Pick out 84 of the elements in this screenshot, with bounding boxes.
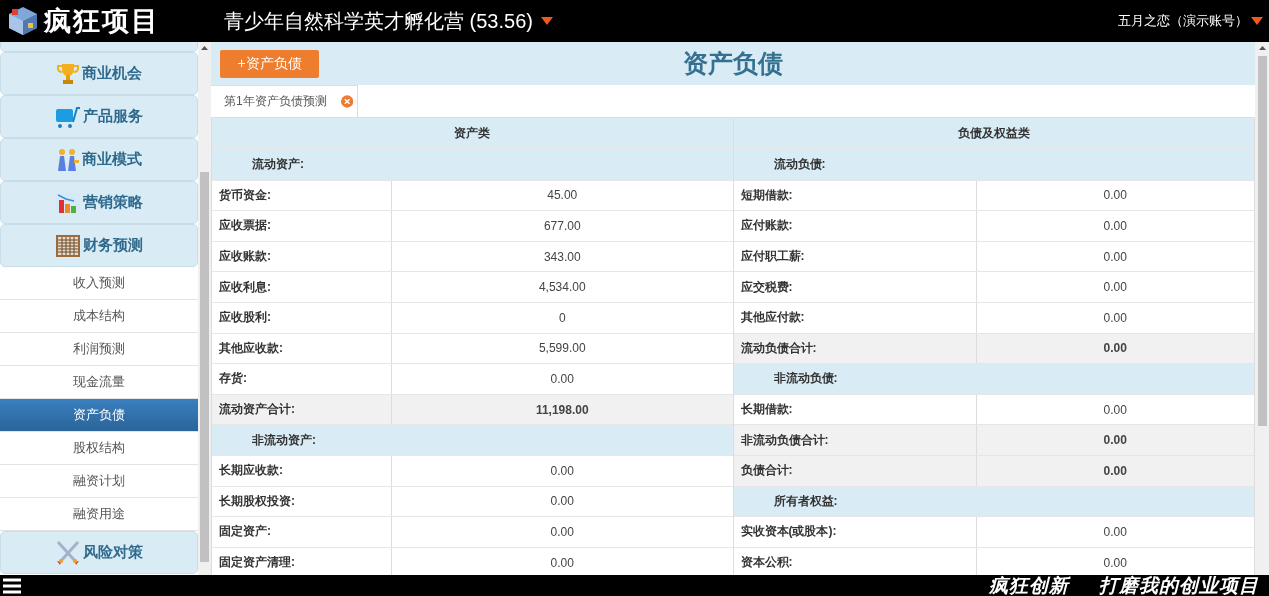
row-value: 0.00 <box>1102 340 1128 358</box>
row-value: 0.00 <box>1102 401 1128 419</box>
row-label: 流动负债合计: <box>733 333 977 364</box>
category-label: 商业机会 <box>82 64 142 83</box>
row-value: 11,198.00 <box>534 401 590 419</box>
row-label: 应收票据: <box>212 211 392 241</box>
row-label: 负债合计: <box>733 455 977 486</box>
row-label: 应交税费: <box>733 272 977 302</box>
row-label: 其他应收款: <box>212 333 392 364</box>
section-row: 流动负债: <box>733 150 1254 181</box>
row-label: 其他应付款: <box>733 302 977 333</box>
row-value: 45.00 <box>546 187 579 205</box>
row-value: 0.00 <box>549 523 575 541</box>
user-name[interactable]: 五月之恋（演示账号） <box>1118 12 1248 30</box>
row-label: 短期借款: <box>733 180 977 211</box>
row-label: 应付职工薪: <box>733 241 977 272</box>
section-row: 所有者权益: <box>733 486 1254 518</box>
row-value: 0.00 <box>1102 309 1128 327</box>
row-value: 677.00 <box>542 218 582 235</box>
row-value: 0.00 <box>549 370 575 388</box>
sidebar-item[interactable]: 资产负债 <box>0 399 198 432</box>
tab[interactable]: 第1年资产负债预测 <box>211 85 358 117</box>
column-header: 资产类 <box>212 118 733 150</box>
row-label: 应收账款: <box>212 241 392 272</box>
row-label: 非流动负债合计: <box>733 425 977 455</box>
category-label: 产品服务 <box>83 107 143 126</box>
row-value: 0.00 <box>1102 554 1128 572</box>
caret-icon[interactable] <box>540 17 553 25</box>
scrollbar[interactable] <box>198 42 211 575</box>
project-title[interactable]: 青少年自然科学英才孵化营 (53.56) <box>224 7 533 35</box>
section-row: 流动资产: <box>212 150 733 181</box>
row-value: 4,534.00 <box>537 279 587 297</box>
column-header: 负债及权益类 <box>733 118 1254 150</box>
row-value: 0.00 <box>549 554 575 572</box>
page-title: 资产负债 <box>683 48 783 79</box>
row-label: 长期应收款: <box>212 455 392 486</box>
row-label: 实收资本(或股本): <box>733 517 977 547</box>
row-value: 5,599.00 <box>537 340 587 358</box>
row-label: 长期股权投资: <box>212 486 392 517</box>
abacus-icon <box>55 233 81 258</box>
row-value: 0.00 <box>549 462 575 480</box>
category-label: 营销策略 <box>83 193 143 212</box>
row-label: 长期借款: <box>733 394 977 425</box>
close-icon[interactable] <box>340 95 353 108</box>
row-label: 应收股利: <box>212 302 392 333</box>
row-value: 0.00 <box>1102 279 1128 297</box>
crossed-swords-icon <box>55 539 81 566</box>
row-value: 0.00 <box>1102 218 1128 235</box>
sidebar-category[interactable]: 商业机会 <box>0 52 198 95</box>
row-label: 货币资金: <box>212 180 392 211</box>
section-row: 非流动负债: <box>733 364 1254 395</box>
sidebar-category[interactable]: 商业模式 <box>0 138 198 181</box>
category-label: 财务预测 <box>83 236 143 255</box>
sidebar-category[interactable]: 产品服务 <box>0 95 198 138</box>
row-label: 固定资产: <box>212 517 392 547</box>
tab-label: 第1年资产负债预测 <box>224 93 327 110</box>
row-value: 0.00 <box>549 493 575 511</box>
row-value: 0.00 <box>1102 462 1128 480</box>
caret-icon[interactable] <box>1251 17 1263 25</box>
row-value: 0.00 <box>1102 187 1128 205</box>
sidebar-category[interactable]: 营销策略 <box>0 181 198 224</box>
category-label: 商业模式 <box>82 150 142 169</box>
row-label: 应收利息: <box>212 272 392 302</box>
category-label: 风险对策 <box>83 543 143 562</box>
people-icon <box>56 147 80 172</box>
trophy-icon <box>56 61 80 86</box>
slogan-text: 疯狂创新 <box>989 573 1069 596</box>
cube-logo-icon <box>6 5 40 37</box>
row-label: 应付账款: <box>733 211 977 241</box>
slogan-text: 打磨我的创业项目 <box>1099 573 1259 596</box>
sidebar-category[interactable]: 风险对策 <box>0 531 198 574</box>
menu-icon[interactable] <box>3 577 21 594</box>
row-value: 0.00 <box>1102 432 1128 450</box>
scrollbar[interactable] <box>1255 42 1269 575</box>
row-value: 0 <box>557 309 567 327</box>
row-value: 0.00 <box>1102 523 1128 541</box>
row-label: 流动资产合计: <box>212 394 392 425</box>
row-value: 343.00 <box>542 248 582 266</box>
section-row: 非流动资产: <box>212 425 733 456</box>
sidebar-category[interactable]: 财务预测 <box>0 224 198 267</box>
row-value: 0.00 <box>1102 248 1128 266</box>
cart-icon <box>55 104 81 129</box>
logo-text: 疯狂项目 <box>44 5 160 38</box>
row-label: 存货: <box>212 364 392 394</box>
